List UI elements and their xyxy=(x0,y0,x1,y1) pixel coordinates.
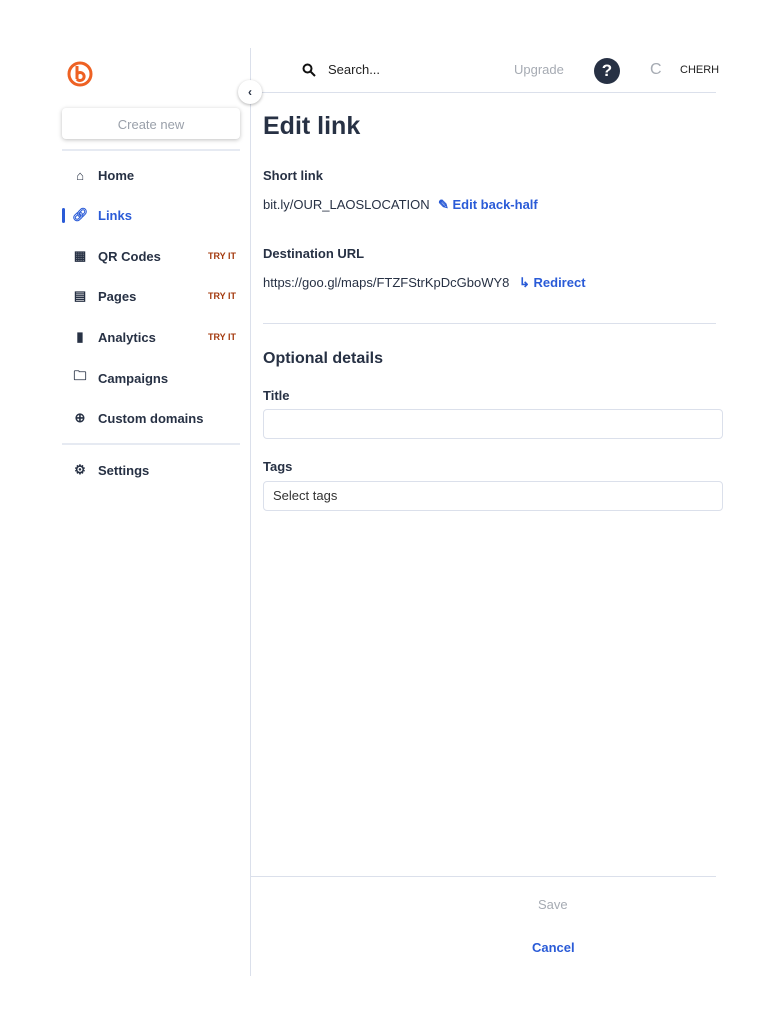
edit-back-half-link[interactable]: ✎ Edit back-half xyxy=(438,197,538,213)
try-it-badge: TRY IT xyxy=(207,291,236,301)
label: Analytics xyxy=(98,329,156,345)
bitly-logo[interactable] xyxy=(66,60,94,88)
cancel-button[interactable]: Cancel xyxy=(532,940,575,955)
sidebar-item-links[interactable]: 🔗︎ Links xyxy=(62,200,240,230)
save-button[interactable]: Save xyxy=(538,897,568,912)
tags-select[interactable]: Select tags xyxy=(263,481,723,511)
label: Edit back-half xyxy=(452,197,538,212)
destination-label: Destination URL xyxy=(263,246,365,261)
redirect-link[interactable]: ↳ Redirect xyxy=(519,275,586,291)
label: Redirect xyxy=(533,275,586,290)
sidebar-item-custom-domains[interactable]: ⊕ Custom domains xyxy=(62,403,240,433)
sidebar-item-settings[interactable]: ⚙ Settings xyxy=(62,455,240,485)
user-name[interactable]: CHERH xyxy=(680,64,719,76)
divider xyxy=(62,443,240,445)
top-bar xyxy=(251,48,716,93)
label: Home xyxy=(98,167,135,183)
redirect-arrow-icon: ↳ xyxy=(519,275,534,290)
page-title: Edit link xyxy=(263,112,361,140)
divider xyxy=(62,149,240,151)
title-input[interactable] xyxy=(263,409,723,439)
pencil-icon: ✎ xyxy=(438,197,453,212)
page-icon: ▤ xyxy=(73,288,87,303)
search-icon xyxy=(302,63,316,77)
link-icon: 🔗︎ xyxy=(72,207,89,222)
sidebar-item-pages[interactable]: ▤ Pages TRY IT xyxy=(62,281,240,311)
label: Links xyxy=(98,207,132,223)
title-label: Title xyxy=(263,388,290,403)
upgrade-button[interactable]: Upgrade xyxy=(514,62,564,77)
globe-icon: ⊕ xyxy=(74,410,86,425)
search-input[interactable]: Search... xyxy=(328,62,380,77)
short-link-label: Short link xyxy=(263,168,323,183)
optional-details-heading: Optional details xyxy=(263,350,384,367)
qr-code-icon: ▦ xyxy=(73,248,87,263)
label: QR Codes xyxy=(98,248,161,264)
sidebar-item-home[interactable]: ⌂ Home xyxy=(62,160,240,190)
sidebar-item-qr-codes[interactable]: ▦ QR Codes TRY IT xyxy=(62,241,240,271)
bar-chart-icon: ▮ xyxy=(76,329,84,344)
sidebar-item-campaigns[interactable]: 🗀︎ Campaigns xyxy=(62,363,240,393)
label: Settings xyxy=(98,462,150,478)
footer-divider xyxy=(251,876,716,877)
label: Custom domains xyxy=(98,410,204,426)
gear-icon: ⚙ xyxy=(74,462,86,477)
chevron-left-icon: ‹ xyxy=(248,85,252,99)
create-new-button[interactable]: Create new xyxy=(62,108,240,139)
tags-label: Tags xyxy=(263,459,293,474)
help-icon[interactable]: ? xyxy=(594,58,620,84)
sidebar-item-analytics[interactable]: ▮ Analytics TRY IT xyxy=(62,322,240,352)
short-link-value: bit.ly/OUR_LAOSLOCATION xyxy=(263,197,430,212)
label: Pages xyxy=(98,288,137,304)
label: Campaigns xyxy=(98,370,169,386)
home-icon: ⌂ xyxy=(76,167,84,183)
destination-value: https://goo.gl/maps/FTZFStrKpDcGboWY8 xyxy=(263,275,510,290)
try-it-badge: TRY IT xyxy=(207,332,236,342)
try-it-badge: TRY IT xyxy=(207,251,236,261)
folder-icon: 🗀︎ xyxy=(73,368,87,383)
divider xyxy=(263,323,716,324)
collapse-sidebar-button[interactable]: ‹ xyxy=(238,80,262,104)
avatar[interactable]: C xyxy=(650,61,662,79)
